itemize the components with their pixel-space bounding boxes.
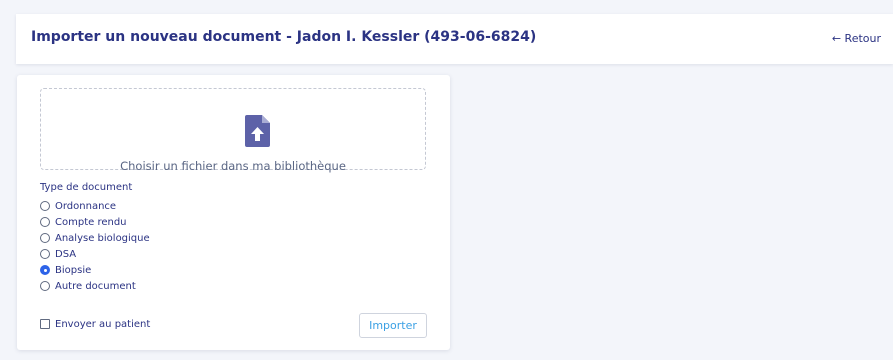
radio-button-selected[interactable]: [40, 265, 50, 275]
send-to-patient-label: Envoyer au patient: [55, 318, 151, 330]
radio-label: DSA: [55, 248, 77, 260]
radio-option-autre-document[interactable]: Autre document: [40, 279, 136, 293]
radio-label: Ordonnance: [55, 200, 117, 212]
radio-option-analyse-biologique[interactable]: Analyse biologique: [40, 231, 150, 245]
radio-option-ordonnance[interactable]: Ordonnance: [40, 199, 116, 213]
radio-button[interactable]: [40, 281, 50, 291]
radio-button[interactable]: [40, 201, 50, 211]
page-header: Importer un nouveau document - Jadon I. …: [16, 14, 893, 64]
file-upload-icon: [245, 115, 270, 147]
send-to-patient-option[interactable]: Envoyer au patient: [40, 317, 150, 331]
radio-label: Autre document: [55, 280, 136, 292]
send-to-patient-checkbox[interactable]: [40, 319, 50, 329]
radio-option-compte-rendu[interactable]: Compte rendu: [40, 215, 127, 229]
import-button[interactable]: Importer: [359, 313, 427, 338]
radio-option-biopsie[interactable]: Biopsie: [40, 263, 91, 277]
radio-label: Compte rendu: [55, 216, 127, 228]
radio-button[interactable]: [40, 249, 50, 259]
radio-button[interactable]: [40, 233, 50, 243]
radio-label: Analyse biologique: [55, 232, 150, 244]
radio-option-dsa[interactable]: DSA: [40, 247, 76, 261]
back-link[interactable]: ← Retour: [832, 32, 881, 45]
document-type-label: Type de document: [40, 182, 133, 193]
radio-label: Biopsie: [55, 264, 92, 276]
file-dropzone[interactable]: Choisir un fichier dans ma bibliothèque: [40, 88, 426, 173]
dropzone-label: Choisir un fichier dans ma bibliothèque: [120, 159, 346, 173]
import-form-card: Choisir un fichier dans ma bibliothèque …: [17, 75, 450, 350]
page-title: Importer un nouveau document - Jadon I. …: [31, 29, 537, 45]
radio-button[interactable]: [40, 217, 50, 227]
